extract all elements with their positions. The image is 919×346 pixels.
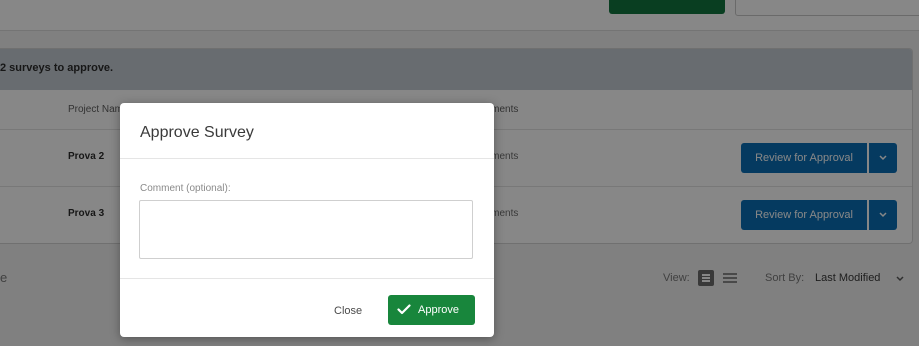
- dialog-footer: Close Approve: [120, 278, 494, 338]
- comment-label: Comment (optional):: [140, 183, 231, 194]
- approve-button-label: Approve: [418, 304, 459, 316]
- approve-button[interactable]: Approve: [388, 295, 475, 325]
- dialog-header: Approve Survey: [120, 103, 494, 159]
- checkmark-icon: [397, 304, 411, 315]
- comment-input[interactable]: [139, 200, 473, 259]
- approve-survey-dialog: Approve Survey Comment (optional): Close…: [120, 103, 494, 337]
- dialog-title: Approve Survey: [140, 124, 254, 141]
- close-button[interactable]: Close: [334, 305, 362, 317]
